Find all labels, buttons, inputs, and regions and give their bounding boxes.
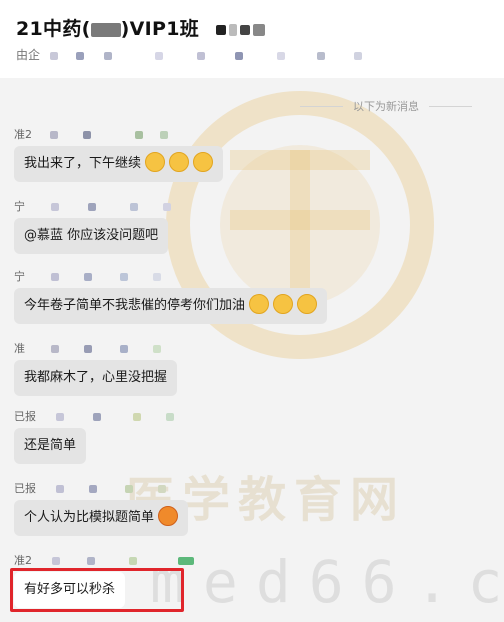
sender-name: 准 (14, 342, 25, 355)
redacted-block (51, 557, 60, 565)
redacted-block (55, 413, 64, 421)
redacted-block (49, 131, 58, 139)
message-sender[interactable]: 宁 (14, 198, 171, 213)
divider-label: 以下为新消息 (353, 100, 419, 113)
title-prefix: 21中药( (16, 18, 91, 40)
redacted-block (103, 51, 112, 60)
redacted-block (83, 131, 91, 139)
redacted-block (228, 23, 237, 36)
message-text: 个人认为比模拟题简单 (24, 510, 155, 525)
message-text: 我都麻木了，心里没把握 (24, 370, 168, 385)
redacted-block (166, 413, 174, 421)
redacted-block (215, 24, 226, 35)
redacted-block (129, 203, 138, 211)
watermark-url: med66.com (150, 548, 504, 616)
divider-line (300, 105, 343, 107)
redacted-block (84, 273, 92, 281)
sender-name: 已报 (14, 482, 36, 495)
title-suffix: )VIP1班 (120, 18, 200, 40)
cheer-emoji-icon (297, 293, 318, 314)
sender-name: 准2 (14, 554, 32, 567)
sender-name: 已报 (14, 410, 36, 423)
redacted-block (316, 51, 325, 60)
message-sender[interactable]: 宁 (14, 268, 161, 283)
redacted-block (49, 51, 58, 60)
message-sender[interactable]: 准2 (14, 552, 194, 567)
shy-emoji-icon (158, 505, 179, 526)
redacted-block (160, 131, 168, 139)
chat-title[interactable]: 21中药( )VIP1班 (16, 14, 265, 41)
fist-emoji-icon (145, 151, 166, 172)
fist-emoji-icon (169, 151, 190, 172)
redacted-block (197, 51, 206, 60)
message-text: 还是简单 (24, 438, 77, 453)
sender-name: 宁 (14, 270, 25, 283)
redacted-block (276, 51, 285, 60)
redacted-block (55, 485, 64, 493)
fist-emoji-icon (193, 151, 214, 172)
message-sender[interactable]: 已报 (14, 408, 174, 423)
redacted-block (178, 557, 194, 565)
redacted-block (252, 23, 265, 36)
redacted-block (153, 345, 161, 353)
message-text: @慕蓝 你应该没问题吧 (24, 228, 159, 243)
message-sender[interactable]: 准2 (14, 126, 168, 141)
redacted-block (153, 273, 161, 281)
message-bubble[interactable]: 我出来了，下午继续 (14, 146, 224, 182)
message-text: 我出来了，下午继续 (24, 156, 142, 171)
highlight-box (10, 568, 184, 612)
redacted-block (84, 345, 92, 353)
redacted-block (134, 131, 143, 139)
redacted-block (75, 51, 84, 60)
redacted-block (132, 413, 141, 421)
message-bubble[interactable]: @慕蓝 你应该没问题吧 (14, 218, 169, 254)
redacted-block (163, 203, 171, 211)
chat-header: 21中药( )VIP1班 由企 (0, 0, 504, 78)
redacted-block (124, 485, 133, 493)
subtitle-prefix: 由企 (16, 48, 41, 62)
message-bubble[interactable]: 个人认为比模拟题简单 (14, 500, 189, 536)
sender-name: 宁 (14, 200, 25, 213)
new-messages-divider: 以下为新消息 (300, 98, 472, 114)
message-bubble[interactable]: 今年卷子简单不我悲催的停考你们加油 (14, 288, 328, 324)
redacted-block (158, 485, 166, 493)
redacted-block (50, 273, 59, 281)
cheer-emoji-icon (249, 293, 270, 314)
redacted-block (90, 22, 121, 37)
redacted-block (234, 51, 243, 60)
sender-name: 准2 (14, 128, 32, 141)
redacted-block (354, 51, 363, 60)
message-bubble[interactable]: 我都麻木了，心里没把握 (14, 360, 178, 396)
redacted-block (119, 273, 128, 281)
redacted-block (119, 345, 128, 353)
message-text: 今年卷子简单不我悲催的停考你们加油 (24, 298, 246, 313)
redacted-block (87, 557, 95, 565)
redacted-block (50, 345, 59, 353)
message-sender[interactable]: 准 (14, 340, 161, 355)
message-bubble[interactable]: 还是简单 (14, 428, 87, 464)
redacted-block (88, 203, 96, 211)
redacted-block (128, 557, 137, 565)
divider-line (429, 105, 472, 107)
message-sender[interactable]: 已报 (14, 480, 166, 495)
redacted-block (239, 24, 250, 35)
redacted-block (50, 203, 59, 211)
chat-subtitle: 由企 (16, 46, 363, 63)
redacted-block (89, 485, 97, 493)
redacted-block (93, 413, 101, 421)
redacted-block (155, 51, 164, 60)
cheer-emoji-icon (273, 293, 294, 314)
